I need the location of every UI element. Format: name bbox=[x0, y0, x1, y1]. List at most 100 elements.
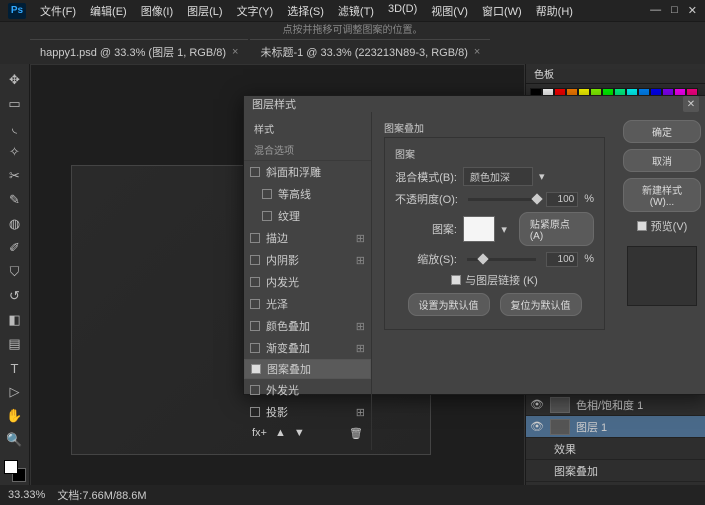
color-swatch[interactable] bbox=[4, 460, 26, 482]
fx-settings: 图案叠加 图案 混合模式(B): 颜色加深 ▾ 不透明度(O): 100 % 图… bbox=[372, 112, 617, 450]
ok-button[interactable]: 确定 bbox=[623, 120, 701, 143]
chevron-down-icon[interactable]: ▾ bbox=[539, 170, 545, 183]
link-checkbox[interactable] bbox=[451, 275, 461, 285]
fx-checkbox[interactable] bbox=[262, 189, 272, 199]
fx-checkbox[interactable] bbox=[251, 364, 261, 374]
fx-add-instance-icon[interactable]: ⊞ bbox=[356, 254, 365, 267]
fx-item[interactable]: 图案叠加 bbox=[244, 359, 371, 379]
fx-item[interactable]: 内发光 bbox=[244, 271, 371, 293]
minimize-icon[interactable]: — bbox=[650, 4, 661, 17]
type-tool-icon[interactable]: T bbox=[3, 357, 27, 379]
lasso-tool-icon[interactable]: ◟ bbox=[3, 117, 27, 139]
scale-value[interactable]: 100 bbox=[546, 252, 578, 267]
fx-item[interactable]: 内阴影 ⊞ bbox=[244, 249, 371, 271]
fx-group-label: 图案 bbox=[395, 146, 594, 161]
hand-tool-icon[interactable]: ✋ bbox=[3, 405, 27, 427]
fx-down-icon[interactable]: ▼ bbox=[294, 427, 305, 440]
fx-item[interactable]: 光泽 bbox=[244, 293, 371, 315]
fx-add-instance-icon[interactable]: ⊞ bbox=[356, 320, 365, 333]
doc-tab-1[interactable]: 未标题-1 @ 33.3% (223213N89-3, RGB/8)× bbox=[250, 39, 490, 64]
fx-label: 斜面和浮雕 bbox=[266, 164, 321, 180]
fx-checkbox[interactable] bbox=[250, 343, 260, 353]
blend-mode-label: 混合模式(B): bbox=[395, 169, 457, 185]
menu-image[interactable]: 图像(I) bbox=[135, 1, 179, 21]
menu-3d[interactable]: 3D(D) bbox=[382, 1, 423, 21]
fx-label: 描边 bbox=[266, 230, 288, 246]
fx-checkbox[interactable] bbox=[250, 167, 260, 177]
path-tool-icon[interactable]: ▷ bbox=[3, 381, 27, 403]
doc-tab-0[interactable]: happy1.psd @ 33.3% (图层 1, RGB/8)× bbox=[30, 39, 248, 64]
fx-item[interactable]: 投影⊞ bbox=[244, 401, 371, 423]
make-default-button[interactable]: 设置为默认值 bbox=[408, 293, 490, 316]
fx-panel-title: 图案叠加 bbox=[384, 120, 605, 135]
fx-item[interactable]: 等高线 bbox=[244, 183, 371, 205]
dialog-close-icon[interactable]: ✕ bbox=[683, 96, 699, 112]
new-style-button[interactable]: 新建样式(W)... bbox=[623, 178, 701, 212]
zoom-level[interactable]: 33.33% bbox=[8, 489, 45, 501]
fx-checkbox[interactable] bbox=[250, 255, 260, 265]
fx-trash-icon[interactable]: 🗑 bbox=[349, 427, 363, 440]
menu-type[interactable]: 文字(Y) bbox=[231, 1, 280, 21]
fx-add-instance-icon[interactable]: ⊞ bbox=[356, 342, 365, 355]
opacity-value[interactable]: 100 bbox=[546, 192, 578, 207]
close-icon[interactable]: ✕ bbox=[688, 4, 697, 17]
wand-tool-icon[interactable]: ✧ bbox=[3, 141, 27, 163]
pattern-dropdown-icon[interactable]: ▾ bbox=[501, 223, 507, 236]
blending-options[interactable]: 混合选项 bbox=[244, 139, 371, 161]
fx-item[interactable]: 纹理 bbox=[244, 205, 371, 227]
marquee-tool-icon[interactable]: ▭ bbox=[3, 93, 27, 115]
opacity-slider[interactable] bbox=[468, 198, 536, 201]
fx-item[interactable]: 颜色叠加⊞ bbox=[244, 315, 371, 337]
tools-panel: ✥ ▭ ◟ ✧ ✂ ✎ ◍ ✐ ⛉ ↺ ◧ ▤ T ▷ ✋ 🔍 bbox=[0, 64, 30, 504]
fx-up-icon[interactable]: ▲ bbox=[275, 427, 286, 440]
fx-checkbox[interactable] bbox=[250, 321, 260, 331]
reset-default-button[interactable]: 复位为默认值 bbox=[500, 293, 582, 316]
fx-add-instance-icon[interactable]: ⊞ bbox=[356, 406, 365, 419]
fx-checkbox[interactable] bbox=[250, 385, 260, 395]
tab-close-icon[interactable]: × bbox=[232, 46, 238, 58]
maximize-icon[interactable]: □ bbox=[671, 4, 678, 17]
menu-window[interactable]: 窗口(W) bbox=[476, 1, 528, 21]
fx-label: 内阴影 bbox=[266, 252, 299, 268]
eraser-tool-icon[interactable]: ◧ bbox=[3, 309, 27, 331]
status-bar: 33.33% 文档:7.66M/88.6M bbox=[0, 485, 705, 505]
fx-checkbox[interactable] bbox=[250, 299, 260, 309]
gradient-tool-icon[interactable]: ▤ bbox=[3, 333, 27, 355]
menu-select[interactable]: 选择(S) bbox=[281, 1, 330, 21]
eyedropper-tool-icon[interactable]: ✎ bbox=[3, 189, 27, 211]
menu-layer[interactable]: 图层(L) bbox=[181, 1, 228, 21]
stamp-tool-icon[interactable]: ⛉ bbox=[3, 261, 27, 283]
preview-label: 预览(V) bbox=[651, 218, 688, 234]
fx-add-instance-icon[interactable]: ⊞ bbox=[356, 232, 365, 245]
layer-row[interactable]: 图案叠加 bbox=[526, 460, 705, 482]
pattern-picker[interactable] bbox=[463, 216, 495, 242]
fx-checkbox[interactable] bbox=[250, 407, 260, 417]
blend-mode-select[interactable]: 颜色加深 bbox=[463, 167, 533, 186]
fx-checkbox[interactable] bbox=[262, 211, 272, 221]
scale-slider[interactable] bbox=[467, 258, 536, 261]
menu-help[interactable]: 帮助(H) bbox=[530, 1, 579, 21]
preview-checkbox[interactable] bbox=[637, 221, 647, 231]
pattern-label: 图案: bbox=[395, 221, 457, 237]
menu-file[interactable]: 文件(F) bbox=[34, 1, 82, 21]
snap-origin-button[interactable]: 贴紧原点 (A) bbox=[519, 212, 594, 246]
menu-filter[interactable]: 滤镜(T) bbox=[332, 1, 380, 21]
heal-tool-icon[interactable]: ◍ bbox=[3, 213, 27, 235]
move-tool-icon[interactable]: ✥ bbox=[3, 69, 27, 91]
crop-tool-icon[interactable]: ✂ bbox=[3, 165, 27, 187]
menu-view[interactable]: 视图(V) bbox=[425, 1, 474, 21]
swatches-panel-title[interactable]: 色板 bbox=[526, 64, 705, 84]
fx-add-icon[interactable]: fx+ bbox=[252, 427, 267, 440]
history-brush-icon[interactable]: ↺ bbox=[3, 285, 27, 307]
fx-item[interactable]: 外发光 bbox=[244, 379, 371, 401]
cancel-button[interactable]: 取消 bbox=[623, 149, 701, 172]
fx-item[interactable]: 渐变叠加⊞ bbox=[244, 337, 371, 359]
brush-tool-icon[interactable]: ✐ bbox=[3, 237, 27, 259]
tab-close-icon[interactable]: × bbox=[474, 46, 480, 58]
fx-checkbox[interactable] bbox=[250, 277, 260, 287]
fx-item[interactable]: 描边 ⊞ bbox=[244, 227, 371, 249]
fx-item[interactable]: 斜面和浮雕 bbox=[244, 161, 371, 183]
zoom-tool-icon[interactable]: 🔍 bbox=[3, 429, 27, 451]
fx-checkbox[interactable] bbox=[250, 233, 260, 243]
menu-edit[interactable]: 编辑(E) bbox=[84, 1, 133, 21]
